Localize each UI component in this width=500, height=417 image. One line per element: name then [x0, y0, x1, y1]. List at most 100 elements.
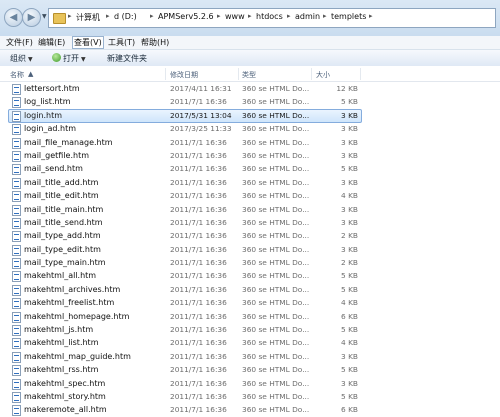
file-size: 4 KB	[341, 338, 358, 348]
file-type: 360 se HTML Do...	[242, 244, 310, 254]
file-size: 4 KB	[341, 191, 358, 201]
address-input[interactable]: ▸ 计算机 ▸ d (D:) ▸ APMServ5.2.6 ▸ www ▸ ht…	[48, 8, 496, 28]
breadcrumb-admin[interactable]: admin	[295, 12, 320, 21]
breadcrumb-www[interactable]: www	[225, 12, 245, 21]
html-file-icon	[12, 284, 21, 296]
file-row[interactable]: makehtml_freelist.htm 2011/7/1 16:36 360 s…	[0, 296, 500, 310]
organize-label: 组织	[10, 54, 26, 63]
column-header-name[interactable]: 名称	[10, 70, 24, 80]
html-file-icon	[12, 164, 21, 176]
file-row[interactable]: mail_title_send.htm 2011/7/1 16:36 360 se …	[0, 216, 500, 229]
file-row[interactable]: mail_title_main.htm 2011/7/1 16:36 360 se …	[0, 203, 500, 216]
chevron-right-icon[interactable]: ▸	[323, 12, 327, 20]
file-name: mail_getfile.htm	[24, 150, 90, 160]
file-row[interactable]: makehtml_all.htm 2011/7/1 16:36 360 se HTM…	[0, 269, 500, 283]
open-button[interactable]: 打开 ▼	[52, 53, 86, 64]
file-row[interactable]: mail_type_add.htm 2011/7/1 16:36 360 se HT…	[0, 229, 500, 243]
open-green-icon	[52, 53, 61, 62]
breadcrumb-templets[interactable]: templets	[331, 12, 366, 21]
column-divider[interactable]	[360, 68, 361, 80]
file-row[interactable]: makehtml_spec.htm 2011/7/1 16:36 360 se HT…	[0, 377, 500, 390]
back-arrow-icon: ◀	[9, 12, 18, 23]
file-type: 360 se HTML Do...	[242, 378, 310, 388]
file-name: login_ad.htm	[24, 124, 77, 134]
column-header-modified[interactable]: 修改日期	[170, 70, 198, 80]
breadcrumb-computer[interactable]: 计算机	[76, 12, 100, 23]
file-size: 3 KB	[341, 177, 358, 187]
column-divider[interactable]	[311, 68, 312, 80]
file-row[interactable]: makehtml_js.htm 2011/7/1 16:36 360 se HTML…	[0, 323, 500, 337]
html-file-icon	[12, 258, 21, 270]
breadcrumb-apmserv[interactable]: APMServ5.2.6	[158, 12, 214, 21]
file-name: mail_title_edit.htm	[24, 191, 99, 201]
breadcrumb-drive[interactable]: d (D:)	[114, 12, 137, 21]
file-row[interactable]: mail_title_edit.htm 2011/7/1 16:36 360 se …	[0, 189, 500, 203]
file-type: 360 se HTML Do...	[242, 177, 310, 187]
file-size: 3 KB	[341, 244, 358, 254]
html-file-icon	[12, 378, 21, 390]
new-folder-button[interactable]: 新建文件夹	[107, 53, 147, 64]
menu-view[interactable]: 查看(V)	[72, 36, 104, 49]
file-name: lettersort.htm	[24, 84, 80, 93]
file-row[interactable]: makehtml_story.htm 2011/7/1 16:36 360 se H…	[0, 390, 500, 403]
file-row[interactable]: makehtml_rss.htm 2011/7/1 16:36 360 se HTM…	[0, 363, 500, 377]
breadcrumb-htdocs[interactable]: htdocs	[256, 12, 283, 21]
organize-button[interactable]: 组织 ▼	[10, 53, 33, 64]
folder-icon	[53, 13, 66, 24]
file-row[interactable]: mail_file_manage.htm 2011/7/1 16:36 360 se…	[0, 136, 500, 149]
chevron-right-icon[interactable]: ▸	[369, 12, 373, 20]
file-type: 360 se HTML Do...	[242, 217, 310, 227]
forward-button[interactable]: ▶	[22, 8, 41, 27]
file-type: 360 se HTML Do...	[242, 298, 310, 308]
menu-help[interactable]: 帮助(H)	[141, 37, 169, 48]
file-row[interactable]: mail_getfile.htm 2011/7/1 16:36 360 se HTM…	[0, 149, 500, 162]
recent-pages-dropdown-icon[interactable]: ▼	[42, 13, 47, 20]
file-row[interactable]: login.htm 2017/5/31 13:04 360 se HTML Do..…	[0, 108, 500, 124]
file-size: 3 KB	[341, 351, 358, 361]
file-row[interactable]: makehtml_list.htm 2011/7/1 16:36 360 se HT…	[0, 336, 500, 350]
file-size: 6 KB	[341, 405, 358, 415]
menu-edit[interactable]: 编辑(E)	[38, 37, 65, 48]
chevron-right-icon[interactable]: ▸	[150, 12, 154, 20]
file-row[interactable]: makehtml_map_guide.htm 2011/7/1 16:36 360 …	[0, 350, 500, 363]
file-type: 360 se HTML Do...	[242, 284, 310, 294]
file-row[interactable]: mail_type_edit.htm 2011/7/1 16:36 360 se H…	[0, 243, 500, 256]
file-name: log_list.htm	[24, 97, 71, 107]
html-file-icon	[12, 204, 21, 216]
chevron-right-icon[interactable]: ▸	[287, 12, 291, 20]
back-button[interactable]: ◀	[4, 8, 23, 27]
column-divider[interactable]	[165, 68, 166, 80]
file-row[interactable]: login_ad.htm 2017/3/25 11:33 360 se HTML D…	[0, 122, 500, 136]
command-bar: 组织 ▼ 打开 ▼ 新建文件夹	[0, 50, 500, 67]
menu-file[interactable]: 文件(F)	[6, 37, 33, 48]
column-divider[interactable]	[238, 68, 239, 80]
file-modified-date: 2011/7/1 16:36	[170, 284, 227, 294]
file-size: 5 KB	[341, 271, 358, 281]
file-type: 360 se HTML Do...	[242, 97, 310, 107]
file-row[interactable]: log_list.htm 2011/7/1 16:36 360 se HTML Do…	[0, 95, 500, 109]
file-row[interactable]: makehtml_homepage.htm 2011/7/1 16:36 360 s…	[0, 310, 500, 323]
column-header-size[interactable]: 大小	[316, 70, 330, 80]
forward-arrow-icon: ▶	[27, 12, 36, 23]
html-file-icon	[12, 391, 21, 403]
file-modified-date: 2011/7/1 16:36	[170, 298, 227, 308]
file-row[interactable]: makeremote_all.htm 2011/7/1 16:36 360 se H…	[0, 403, 500, 417]
file-row[interactable]: mail_type_main.htm 2011/7/1 16:36 360 se H…	[0, 256, 500, 270]
chevron-right-icon[interactable]: ▸	[217, 12, 221, 20]
chevron-right-icon[interactable]: ▸	[248, 12, 252, 20]
file-modified-date: 2011/7/1 16:36	[170, 391, 227, 401]
column-header-row: ▲ 名称 修改日期 类型 大小	[0, 66, 500, 82]
file-row[interactable]: makehtml_archives.htm 2011/7/1 16:36 360 s…	[0, 283, 500, 296]
menu-tools[interactable]: 工具(T)	[108, 37, 135, 48]
file-name: mail_type_main.htm	[24, 258, 106, 268]
html-file-icon	[12, 217, 21, 229]
file-row[interactable]: mail_title_add.htm 2011/7/1 16:36 360 se H…	[0, 176, 500, 189]
chevron-right-icon[interactable]: ▸	[106, 12, 110, 20]
column-header-type[interactable]: 类型	[242, 70, 256, 80]
open-label: 打开	[63, 54, 79, 63]
file-row[interactable]: mail_send.htm 2011/7/1 16:36 360 se HTML D…	[0, 162, 500, 176]
file-modified-date: 2017/4/11 16:31	[170, 84, 232, 93]
file-modified-date: 2011/7/1 16:36	[170, 204, 227, 214]
file-row[interactable]: lettersort.htm 2017/4/11 16:31 360 se HTML…	[0, 82, 500, 95]
html-file-icon	[12, 338, 21, 350]
